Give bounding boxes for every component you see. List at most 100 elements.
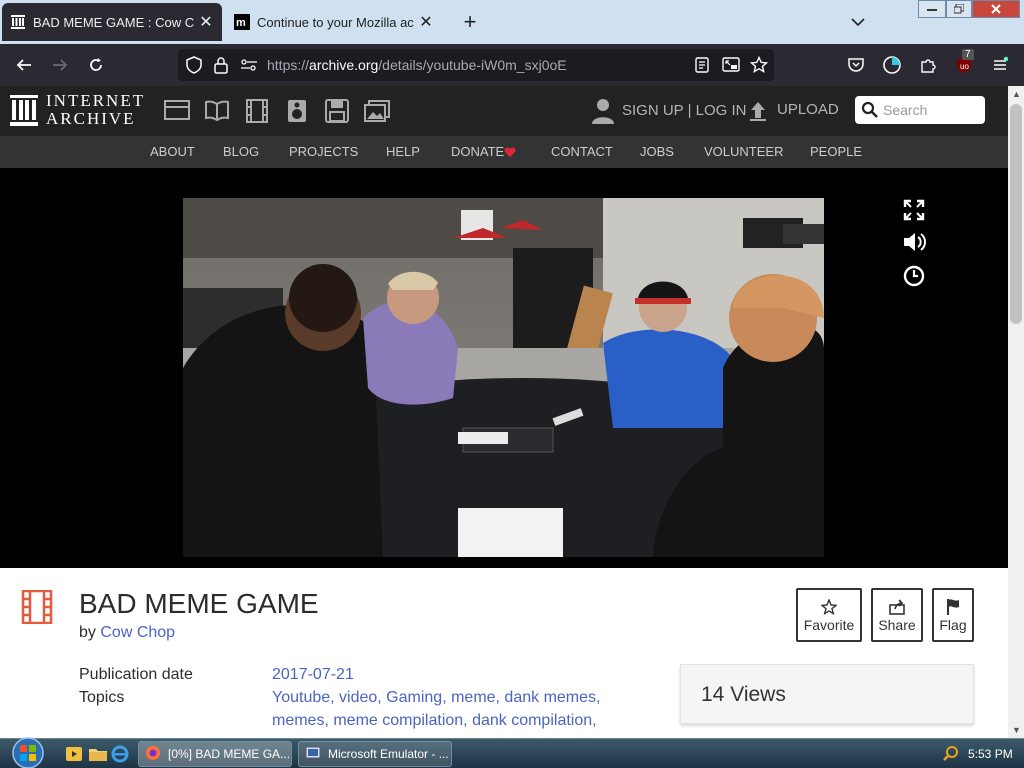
texts-icon[interactable] (204, 99, 230, 123)
tab-close-icon[interactable]: ✕ (198, 12, 214, 32)
task-title: Microsoft Emulator - ... (328, 747, 449, 761)
video-frame-image (183, 198, 824, 557)
puzzle-icon (921, 59, 936, 73)
by-prefix: by (79, 624, 96, 641)
list-all-tabs-icon[interactable] (848, 12, 868, 32)
donate-heart-icon[interactable] (504, 145, 516, 163)
audio-icon[interactable] (284, 99, 310, 123)
item-title: BAD MEME GAME (79, 588, 319, 619)
favorite-button[interactable]: Favorite (796, 588, 862, 642)
volume-icon[interactable] (902, 230, 930, 256)
tray-search-icon[interactable] (942, 745, 962, 765)
reader-view-icon[interactable] (694, 57, 710, 78)
upload-icon[interactable] (748, 100, 768, 127)
share-button[interactable]: Share (871, 588, 923, 642)
pocket-button[interactable] (844, 53, 868, 77)
nav-blog[interactable]: BLOG (223, 144, 259, 159)
publication-date-value[interactable]: 2017-07-21 (272, 666, 354, 684)
mozilla-favicon-icon: m (234, 14, 250, 30)
tab-title: BAD MEME GAME : Cow Chop (33, 14, 194, 30)
windows-logo-icon (12, 737, 44, 768)
picture-in-picture-icon[interactable] (722, 57, 740, 78)
internet-explorer-icon[interactable] (110, 744, 130, 764)
ublock-button[interactable]: uo 7 (952, 49, 976, 77)
tracking-shield-icon[interactable] (186, 56, 202, 79)
clock-icon[interactable] (902, 264, 930, 290)
scroll-thumb[interactable] (1010, 104, 1022, 324)
nav-donate[interactable]: DONATE (451, 144, 504, 159)
taskbar-clock[interactable]: 5:53 PM (968, 747, 1013, 761)
nav-people[interactable]: PEOPLE (810, 144, 862, 159)
video-icon[interactable] (244, 99, 270, 123)
tab-archive[interactable]: BAD MEME GAME : Cow Chop ✕ (2, 3, 222, 41)
address-bar[interactable]: https://archive.org/details/youtube-iW0m… (178, 49, 774, 81)
account-sync-icon (883, 56, 901, 74)
url-host: archive.org (309, 57, 379, 73)
url-text[interactable]: https://archive.org/details/youtube-iW0m… (267, 57, 567, 73)
film-icon (20, 589, 56, 625)
new-tab-button[interactable]: + (458, 10, 482, 34)
tab-title: Continue to your Mozilla account (257, 14, 414, 30)
nav-jobs[interactable]: JOBS (640, 144, 674, 159)
flag-button[interactable]: Flag (932, 588, 974, 642)
video-player[interactable] (183, 198, 824, 557)
start-button[interactable] (8, 736, 48, 768)
forward-button[interactable] (48, 53, 72, 77)
share-icon (888, 597, 906, 617)
user-icon[interactable] (592, 98, 614, 129)
minimize-button[interactable] (918, 0, 946, 18)
star-icon (821, 597, 837, 617)
nav-about[interactable]: ABOUT (150, 144, 195, 159)
page-scrollbar[interactable]: ▲ ▼ (1008, 86, 1024, 738)
nav-volunteer[interactable]: VOLUNTEER (704, 144, 783, 159)
signup-login-link[interactable]: SIGN UP | LOG IN (622, 102, 746, 119)
upload-link[interactable]: UPLOAD (777, 101, 839, 118)
creator-link[interactable]: Cow Chop (100, 624, 175, 641)
nav-contact[interactable]: CONTACT (551, 144, 613, 159)
extensions-button[interactable] (916, 53, 940, 77)
views-count: 14 Views (701, 683, 786, 706)
nav-help[interactable]: HELP (386, 144, 420, 159)
topics-label: Topics (79, 689, 125, 706)
restore-button[interactable] (946, 0, 972, 18)
media-player-icon[interactable] (64, 744, 84, 764)
emulator-icon (305, 745, 323, 763)
lock-icon[interactable] (214, 56, 228, 79)
reload-button[interactable] (84, 53, 108, 77)
permissions-icon[interactable] (240, 58, 258, 77)
ia-logo-icon[interactable] (10, 95, 38, 132)
topics-line-1[interactable]: Youtube, video, Gaming, meme, dank memes… (272, 689, 600, 707)
account-button[interactable] (880, 53, 904, 77)
ia-top-nav: ABOUT BLOG PROJECTS HELP DONATE CONTACT … (0, 136, 1008, 168)
extension-badge: 7 (962, 49, 974, 60)
bookmark-star-icon[interactable] (749, 55, 769, 79)
url-path: /details/youtube-iW0m_sxj0oE (378, 57, 567, 73)
nav-projects[interactable]: PROJECTS (289, 144, 358, 159)
close-window-button[interactable] (972, 0, 1020, 18)
video-theatre (0, 168, 1008, 568)
tab-strip: BAD MEME GAME : Cow Chop ✕ m Continue to… (0, 0, 1024, 44)
taskbar-firefox-task[interactable]: [0%] BAD MEME GA... (138, 741, 292, 767)
taskbar-emulator-task[interactable]: Microsoft Emulator - ... (298, 741, 452, 767)
firefox-icon (145, 745, 163, 763)
flag-label: Flag (939, 617, 967, 633)
app-menu-button[interactable] (988, 53, 1012, 77)
logo-line1: INTERNET (46, 91, 146, 110)
images-icon[interactable] (364, 99, 390, 123)
scroll-up-icon[interactable]: ▲ (1012, 90, 1021, 99)
web-icon[interactable] (164, 99, 190, 123)
back-button[interactable] (12, 53, 36, 77)
ia-search-input[interactable]: Search (855, 96, 985, 124)
publication-date-label: Publication date (79, 666, 193, 683)
topics-line-2[interactable]: memes, meme compilation, dank compilatio… (272, 712, 597, 730)
ia-logo-text[interactable]: INTERNET ARCHIVE (46, 92, 145, 128)
page-content: INTERNET ARCHIVE SIGN UP | LOG IN UPLOAD… (0, 86, 1008, 738)
search-placeholder: Search (883, 102, 928, 118)
file-explorer-icon[interactable] (88, 744, 108, 764)
tab-close-icon[interactable]: ✕ (418, 12, 434, 32)
views-box: 14 Views (680, 664, 974, 724)
scroll-down-icon[interactable]: ▼ (1012, 726, 1021, 735)
software-icon[interactable] (324, 99, 350, 123)
fullscreen-icon[interactable] (902, 198, 930, 224)
tab-mozilla-account[interactable]: m Continue to your Mozilla account ✕ (226, 3, 442, 41)
